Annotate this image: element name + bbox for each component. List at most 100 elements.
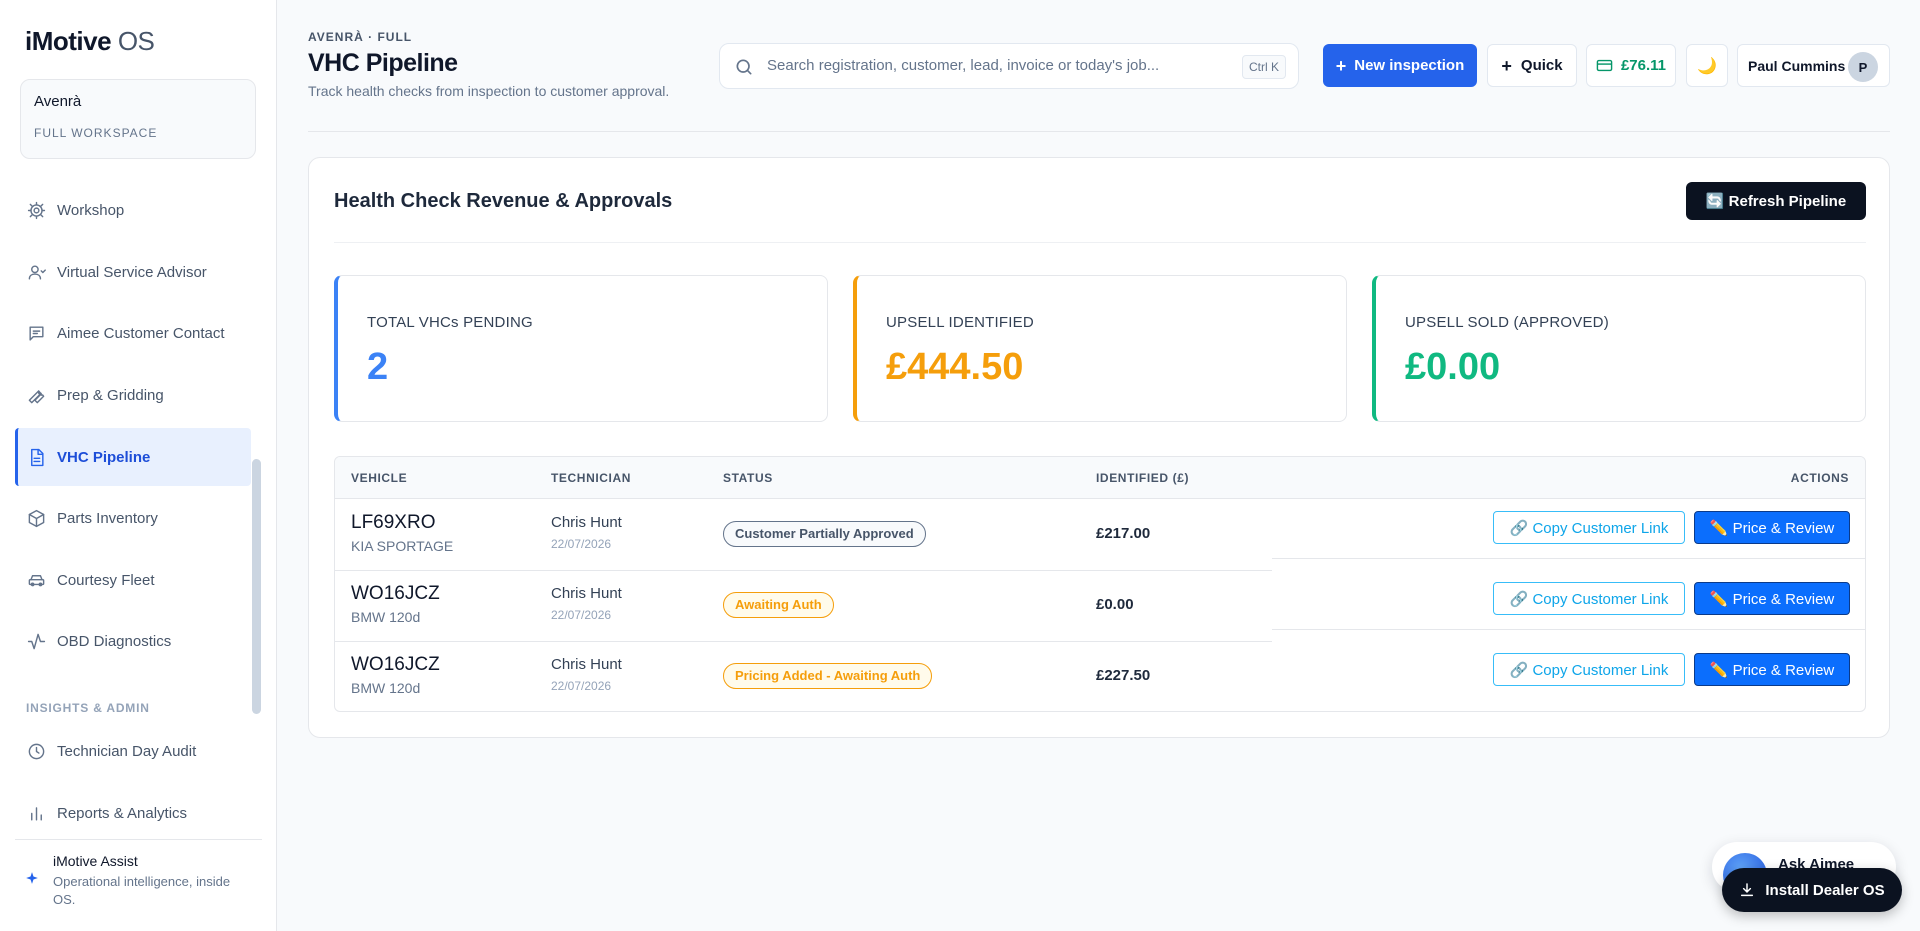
- status-badge: Pricing Added - Awaiting Auth: [723, 663, 933, 689]
- logo-bold: iMotive: [25, 26, 112, 56]
- install-dealer-os-button[interactable]: Install Dealer OS: [1722, 868, 1902, 912]
- sidebar-item-label: Technician Day Audit: [57, 742, 197, 760]
- avatar: P: [1848, 52, 1878, 82]
- sidebar-item-vhc-pipeline[interactable]: VHC Pipeline: [15, 428, 251, 486]
- moon-icon: 🌙: [1697, 57, 1717, 75]
- sidebar-scrollbar[interactable]: [252, 459, 261, 714]
- price-review-button[interactable]: ✏️ Price & Review: [1694, 582, 1850, 615]
- copy-customer-link-button[interactable]: 🔗 Copy Customer Link: [1493, 582, 1685, 615]
- sidebar-item-technician-day-audit[interactable]: Technician Day Audit: [15, 722, 251, 780]
- copy-customer-link-button[interactable]: 🔗 Copy Customer Link: [1493, 511, 1685, 544]
- vehicle-model: BMW 120d: [351, 680, 421, 696]
- vehicle-model: BMW 120d: [351, 609, 421, 625]
- wrench-icon: [26, 385, 46, 405]
- breadcrumb: AVENRÀ · FULL: [308, 30, 413, 44]
- theme-toggle-button[interactable]: 🌙: [1686, 44, 1728, 87]
- balance-button[interactable]: £76.11: [1586, 44, 1676, 87]
- sidebar-item-courtesy-fleet[interactable]: Courtesy Fleet: [15, 551, 251, 609]
- table-row: WO16JCZ BMW 120d Chris Hunt 22/07/2026 P…: [335, 641, 1865, 711]
- sidebar: iMotive OS Avenrà FULL WORKSPACE Worksho…: [0, 0, 277, 931]
- user-icon: [26, 262, 46, 282]
- sidebar-item-label: Prep & Gridding: [57, 386, 164, 404]
- quick-button[interactable]: + Quick: [1487, 44, 1577, 87]
- technician-name: Chris Hunt: [551, 585, 622, 602]
- logo-light: OS: [117, 26, 155, 56]
- kpi-upsell-identified: UPSELL IDENTIFIED £444.50: [853, 275, 1347, 422]
- sparkle-icon: [26, 872, 38, 884]
- technician-name: Chris Hunt: [551, 514, 622, 531]
- inspection-date: 22/07/2026: [551, 608, 612, 622]
- assist-subtitle: Operational intelligence, inside OS.: [53, 874, 231, 907]
- sidebar-item-label: Virtual Service Advisor: [57, 263, 207, 281]
- sidebar-item-label: Workshop: [57, 201, 125, 219]
- plus-icon: +: [1501, 55, 1512, 76]
- panel-title: Health Check Revenue & Approvals: [334, 190, 673, 212]
- kpi-total-vhcs-pending: TOTAL VHCs PENDING 2: [334, 275, 828, 422]
- column-header-actions: ACTIONS: [1790, 471, 1849, 485]
- column-header-status: STATUS: [723, 471, 773, 485]
- user-name: Paul Cummins: [1748, 57, 1846, 74]
- identified-amount: £227.50: [1096, 667, 1151, 684]
- section-label-insights-admin: INSIGHTS & ADMIN: [26, 701, 150, 715]
- sidebar-item-label: OBD Diagnostics: [57, 632, 172, 650]
- sidebar-item-reports-analytics[interactable]: Reports & Analytics: [15, 784, 251, 842]
- page-subtitle: Track health checks from inspection to c…: [308, 83, 670, 99]
- search-input[interactable]: Search registration, customer, lead, inv…: [767, 57, 1159, 74]
- kpi-label: TOTAL VHCs PENDING: [367, 314, 533, 331]
- document-icon: [26, 447, 46, 467]
- sidebar-item-label: Parts Inventory: [57, 509, 158, 527]
- copy-customer-link-button[interactable]: 🔗 Copy Customer Link: [1493, 653, 1685, 686]
- price-review-button[interactable]: ✏️ Price & Review: [1694, 653, 1850, 686]
- car-icon: [26, 570, 46, 590]
- vhc-table: VEHICLE TECHNICIAN STATUS IDENTIFIED (£)…: [334, 456, 1866, 712]
- search-shortcut-badge: Ctrl K: [1242, 55, 1286, 79]
- page-title: VHC Pipeline: [308, 49, 458, 77]
- sidebar-item-label: Courtesy Fleet: [57, 571, 155, 589]
- workspace-subtitle: FULL WORKSPACE: [34, 126, 158, 140]
- sidebar-item-label: Reports & Analytics: [57, 804, 188, 822]
- kpi-value: £444.50: [886, 346, 1024, 388]
- status-badge: Customer Partially Approved: [723, 521, 926, 547]
- imotive-assist[interactable]: iMotive Assist Operational intelligence,…: [15, 839, 262, 931]
- table-header: VEHICLE TECHNICIAN STATUS IDENTIFIED (£)…: [335, 457, 1865, 499]
- identified-amount: £0.00: [1096, 596, 1134, 613]
- clock-icon: [26, 741, 46, 761]
- kpi-label: UPSELL SOLD (APPROVED): [1405, 314, 1609, 331]
- refresh-pipeline-button[interactable]: 🔄 Refresh Pipeline: [1686, 182, 1866, 220]
- inspection-date: 22/07/2026: [551, 679, 612, 693]
- bar-chart-icon: [26, 803, 46, 823]
- column-header-vehicle: VEHICLE: [351, 471, 408, 485]
- quick-label: Quick: [1520, 57, 1563, 74]
- app-logo[interactable]: iMotive OS: [25, 26, 155, 57]
- new-inspection-button[interactable]: + New inspection: [1323, 44, 1477, 87]
- row-divider: [1272, 629, 1865, 630]
- new-inspection-label: New inspection: [1354, 57, 1465, 74]
- sidebar-item-virtual-service-advisor[interactable]: Virtual Service Advisor: [15, 243, 251, 301]
- kpi-label: UPSELL IDENTIFIED: [886, 314, 1034, 331]
- sidebar-item-workshop[interactable]: Workshop: [15, 181, 251, 239]
- vhc-revenue-panel: Health Check Revenue & Approvals 🔄 Refre…: [308, 157, 1890, 738]
- table-row: WO16JCZ BMW 120d Chris Hunt 22/07/2026 A…: [335, 570, 1865, 641]
- global-search[interactable]: Search registration, customer, lead, inv…: [719, 43, 1299, 89]
- header-divider: [308, 131, 1890, 132]
- vehicle-registration[interactable]: WO16JCZ: [351, 654, 440, 676]
- sidebar-item-prep-gridding[interactable]: Prep & Gridding: [15, 366, 251, 424]
- activity-icon: [26, 631, 46, 651]
- workspace-switcher[interactable]: Avenrà FULL WORKSPACE: [20, 79, 256, 159]
- panel-divider: [334, 242, 1866, 243]
- balance-value: £76.11: [1620, 57, 1667, 74]
- message-icon: [26, 323, 46, 343]
- sidebar-item-obd-diagnostics[interactable]: OBD Diagnostics: [15, 612, 251, 670]
- sidebar-item-parts-inventory[interactable]: Parts Inventory: [15, 489, 251, 547]
- download-icon: [1741, 883, 1754, 897]
- vehicle-model: KIA SPORTAGE: [351, 538, 454, 554]
- install-label: Install Dealer OS: [1765, 881, 1885, 899]
- column-header-identified: IDENTIFIED (£): [1096, 471, 1190, 485]
- credit-card-icon: [1596, 59, 1613, 72]
- price-review-button[interactable]: ✏️ Price & Review: [1694, 511, 1850, 544]
- user-menu[interactable]: Paul Cummins P: [1737, 44, 1890, 87]
- sidebar-item-aimee-customer-contact[interactable]: Aimee Customer Contact: [15, 304, 251, 362]
- vehicle-registration[interactable]: WO16JCZ: [351, 583, 440, 605]
- search-icon: [736, 59, 752, 75]
- vehicle-registration[interactable]: LF69XRO: [351, 512, 435, 534]
